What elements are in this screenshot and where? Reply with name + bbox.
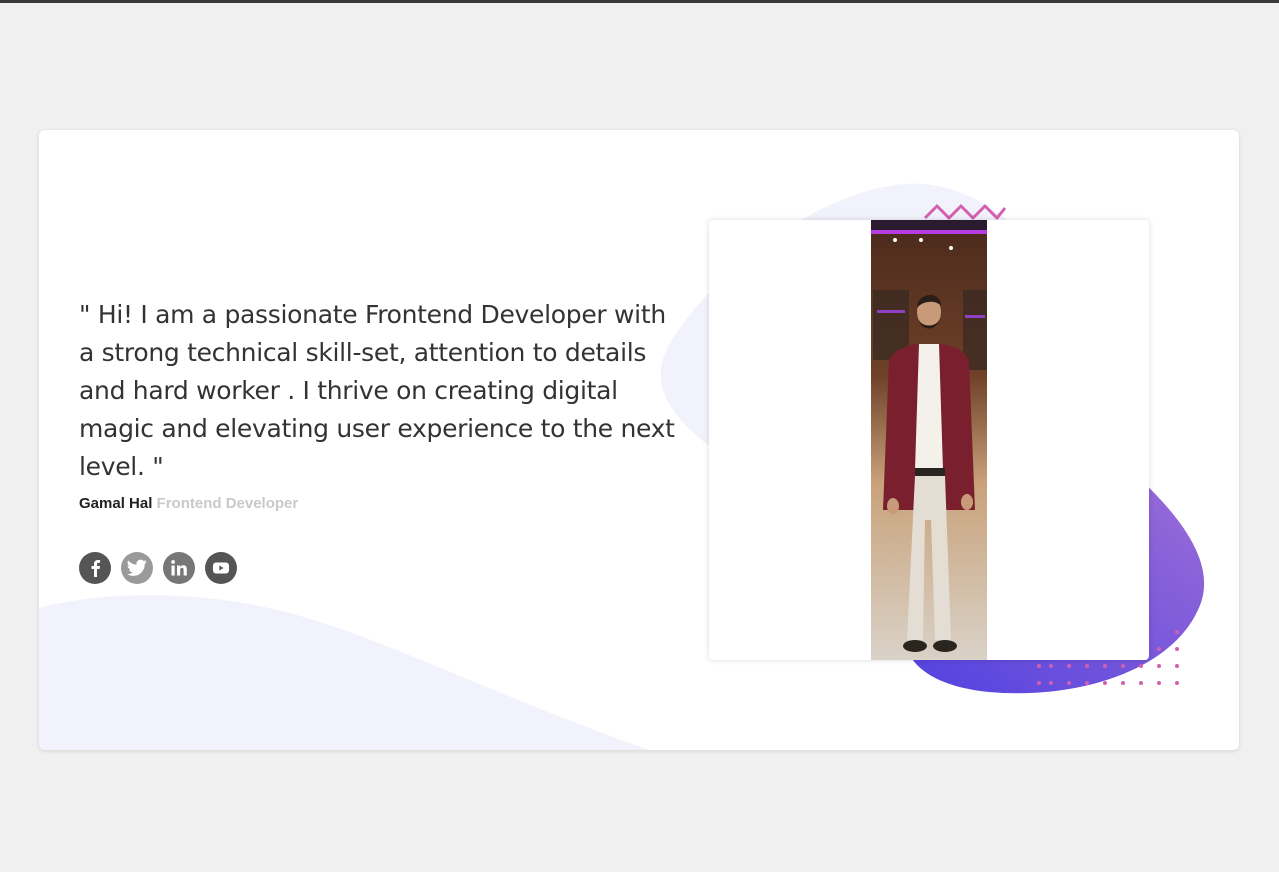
author-name: Gamal Hal (79, 495, 153, 512)
testimonial-card: " Hi! I am a passionate Frontend Develop… (39, 130, 1239, 750)
linkedin-link[interactable] (163, 552, 195, 584)
author-role: Frontend Developer (156, 495, 299, 512)
social-links (79, 552, 237, 584)
youtube-icon (213, 562, 229, 574)
window-top-border (0, 0, 1279, 3)
testimonial-quote: " Hi! I am a passionate Frontend Develop… (79, 300, 675, 481)
linkedin-icon (171, 560, 187, 576)
facebook-icon (91, 560, 101, 577)
twitter-icon (127, 559, 147, 576)
youtube-link[interactable] (205, 552, 237, 584)
bottom-wave-shape (39, 595, 649, 750)
facebook-link[interactable] (79, 552, 111, 584)
author-line: Gamal Hal Frontend Developer (79, 495, 298, 512)
twitter-link[interactable] (121, 552, 153, 584)
profile-photo (871, 220, 987, 660)
profile-photo-frame (709, 220, 1149, 660)
